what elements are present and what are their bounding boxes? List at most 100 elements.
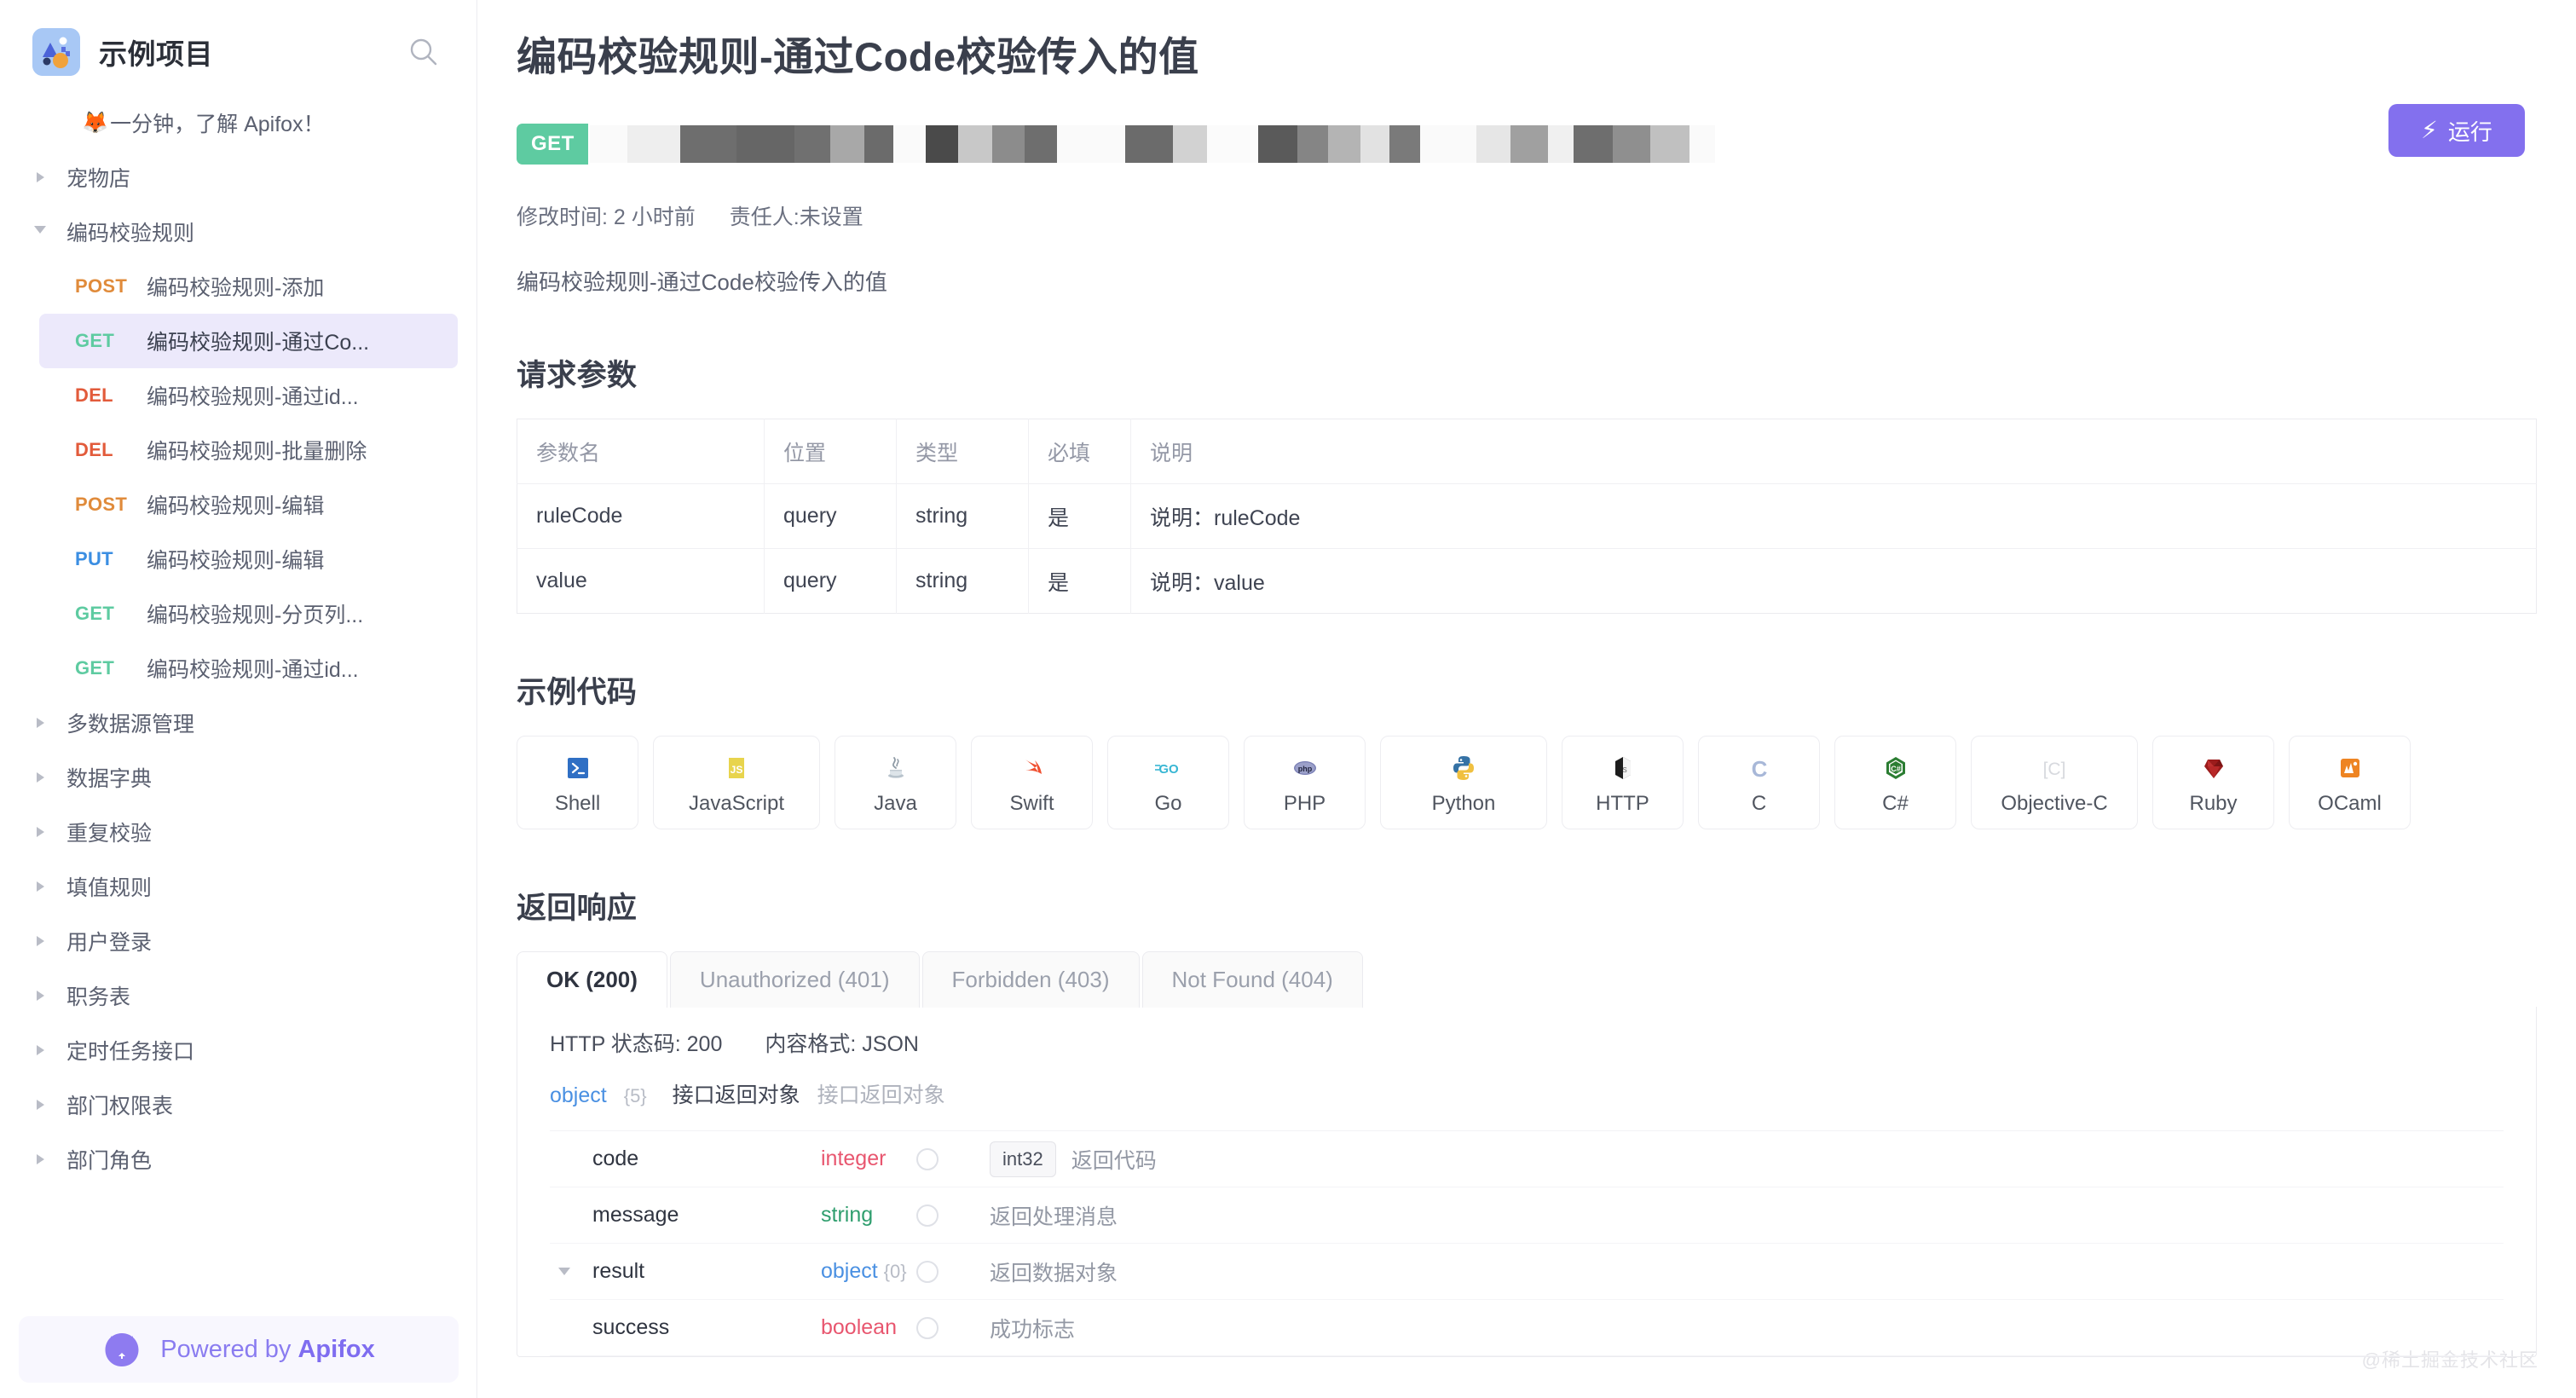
- sidebar-api-item[interactable]: POST 编码校验规则-添加: [39, 259, 458, 314]
- lang-card-php[interactable]: php PHP: [1244, 736, 1366, 829]
- fox-emoji-icon: 🦊: [82, 111, 108, 136]
- tab-not-found-404[interactable]: Not Found (404): [1142, 951, 1363, 1008]
- search-icon[interactable]: [405, 33, 442, 71]
- sidebar-api-item[interactable]: POST 编码校验规则-编辑: [39, 477, 458, 532]
- schema-field-desc: 返回处理消息: [990, 1200, 1118, 1231]
- sidebar-group-position[interactable]: 职务表: [0, 968, 477, 1023]
- schema-field-type: boolean: [821, 1315, 916, 1340]
- schema-required-toggle[interactable]: [916, 1204, 990, 1227]
- lang-label: Go: [1154, 792, 1181, 816]
- api-label: 编码校验规则-通过Co...: [147, 326, 369, 356]
- sidebar-group-label: 用户登录: [66, 926, 152, 956]
- lang-label: Ruby: [2189, 792, 2237, 816]
- param-in: query: [765, 484, 897, 549]
- sidebar-group-fillrule[interactable]: 填值规则: [0, 859, 477, 914]
- schema-field-type: object {0}: [821, 1259, 916, 1284]
- lang-card-python[interactable]: Python: [1380, 736, 1547, 829]
- sidebar-group-datasource[interactable]: 多数据源管理: [0, 696, 477, 750]
- param-type: string: [897, 549, 1029, 614]
- schema-required-toggle[interactable]: [916, 1148, 990, 1170]
- lang-card-java[interactable]: Java: [835, 736, 956, 829]
- method-badge: POST: [75, 494, 138, 516]
- sidebar-group-dict[interactable]: 数据字典: [0, 750, 477, 805]
- chevron-down-icon: [29, 226, 51, 239]
- chevron-right-icon: [29, 881, 51, 892]
- lang-card-csharp[interactable]: C# C#: [1834, 736, 1956, 829]
- lang-card-javascript[interactable]: JS JavaScript: [653, 736, 820, 829]
- lang-label: Shell: [555, 792, 600, 816]
- sidebar-group-label: 定时任务接口: [66, 1035, 194, 1066]
- schema-row-result: result object {0} 返回数据对象: [550, 1244, 2504, 1300]
- api-label: 编码校验规则-通过id...: [147, 653, 359, 684]
- schema-required-toggle[interactable]: [916, 1317, 990, 1339]
- chevron-right-icon: [29, 1154, 51, 1164]
- schema-root-title: 接口返回对象: [673, 1078, 800, 1109]
- param-name: ruleCode: [517, 484, 765, 549]
- lang-card-c[interactable]: C C: [1698, 736, 1820, 829]
- sidebar-api-item-active[interactable]: GET 编码校验规则-通过Co...: [39, 314, 458, 368]
- shell-icon: [561, 749, 595, 787]
- table-row: value query string 是 说明：value: [517, 549, 2537, 614]
- lang-card-swift[interactable]: Swift: [971, 736, 1093, 829]
- javascript-icon: JS: [719, 749, 754, 787]
- sidebar-group-label: 填值规则: [66, 871, 152, 902]
- sidebar-api-item[interactable]: PUT 编码校验规则-编辑: [39, 532, 458, 586]
- col-header-required: 必填: [1029, 419, 1131, 484]
- sidebar-api-item[interactable]: DEL 编码校验规则-批量删除: [39, 423, 458, 477]
- lang-label: Java: [874, 792, 917, 816]
- chevron-right-icon: [29, 172, 51, 182]
- schema-type-count: {0}: [884, 1261, 907, 1282]
- lang-card-shell[interactable]: Shell: [517, 736, 638, 829]
- schema-field-desc: 返回代码: [1071, 1144, 1157, 1175]
- sidebar-group-login[interactable]: 用户登录: [0, 914, 477, 968]
- lang-card-ocaml[interactable]: OCaml: [2289, 736, 2411, 829]
- sidebar-group-deptperm[interactable]: 部门权限表: [0, 1077, 477, 1132]
- lang-label: C: [1752, 792, 1766, 816]
- schema-required-toggle[interactable]: [916, 1261, 990, 1283]
- sidebar-header: 示例项目: [0, 0, 477, 82]
- lang-label: PHP: [1284, 792, 1326, 816]
- api-label: 编码校验规则-通过id...: [147, 380, 359, 411]
- powered-by-apifox[interactable]: Powered by Apifox: [19, 1316, 459, 1383]
- sidebar-api-item[interactable]: GET 编码校验规则-分页列...: [39, 586, 458, 641]
- lang-card-ruby[interactable]: Ruby: [2152, 736, 2274, 829]
- tab-unauthorized-401[interactable]: Unauthorized (401): [670, 951, 920, 1008]
- chevron-down-icon[interactable]: [550, 1268, 579, 1275]
- param-desc: 说明：ruleCode: [1131, 484, 2537, 549]
- schema-row-success: success boolean 成功标志: [550, 1300, 2504, 1356]
- schema-field-name: result: [592, 1259, 821, 1284]
- endpoint-meta: 修改时间: 2 小时前 责任人:未设置: [517, 200, 2537, 231]
- content-type: 内容格式: JSON: [765, 1027, 919, 1058]
- sidebar-group-coderule[interactable]: 编码校验规则: [0, 205, 477, 259]
- svg-text:C: C: [1751, 756, 1767, 782]
- col-header-type: 类型: [897, 419, 1029, 484]
- schema-field-desc: 成功标志: [990, 1313, 1075, 1343]
- sidebar-group-label: 编码校验规则: [66, 217, 194, 247]
- endpoint-method-badge: GET: [517, 124, 588, 165]
- sidebar-api-item[interactable]: DEL 编码校验规则-通过id...: [39, 368, 458, 423]
- sidebar-item-intro[interactable]: 🦊一分钟，了解 Apifox！: [0, 95, 477, 150]
- sidebar-group-petstore[interactable]: 宠物店: [0, 150, 477, 205]
- lang-card-go[interactable]: GO Go: [1107, 736, 1229, 829]
- sidebar-group-label: 部门角色: [66, 1144, 152, 1175]
- endpoint-url-redacted[interactable]: [590, 125, 1715, 163]
- sidebar-group-deptrole[interactable]: 部门角色: [0, 1132, 477, 1187]
- lang-card-objectivec[interactable]: [C] Objective-C: [1971, 736, 2138, 829]
- lang-card-http[interactable]: S HTTP: [1562, 736, 1684, 829]
- sidebar-group-dupcheck[interactable]: 重复校验: [0, 805, 477, 859]
- sidebar-group-quartz[interactable]: 定时任务接口: [0, 1023, 477, 1077]
- param-required: 是: [1029, 549, 1131, 614]
- sidebar-api-item[interactable]: GET 编码校验规则-通过id...: [39, 641, 458, 696]
- method-badge: DEL: [75, 439, 138, 461]
- tab-ok-200[interactable]: OK (200): [517, 951, 667, 1008]
- run-button[interactable]: ⚡ 运行: [2388, 104, 2525, 157]
- api-label: 编码校验规则-编辑: [147, 489, 324, 520]
- svg-text:JS: JS: [731, 764, 743, 776]
- tab-forbidden-403[interactable]: Forbidden (403): [922, 951, 1140, 1008]
- apifox-brand: Apifox: [297, 1336, 374, 1363]
- svg-text:GO: GO: [1158, 762, 1179, 777]
- method-badge: POST: [75, 275, 138, 298]
- api-label: 编码校验规则-批量删除: [147, 435, 367, 465]
- project-title: 示例项目: [99, 32, 213, 72]
- chevron-right-icon: [29, 936, 51, 946]
